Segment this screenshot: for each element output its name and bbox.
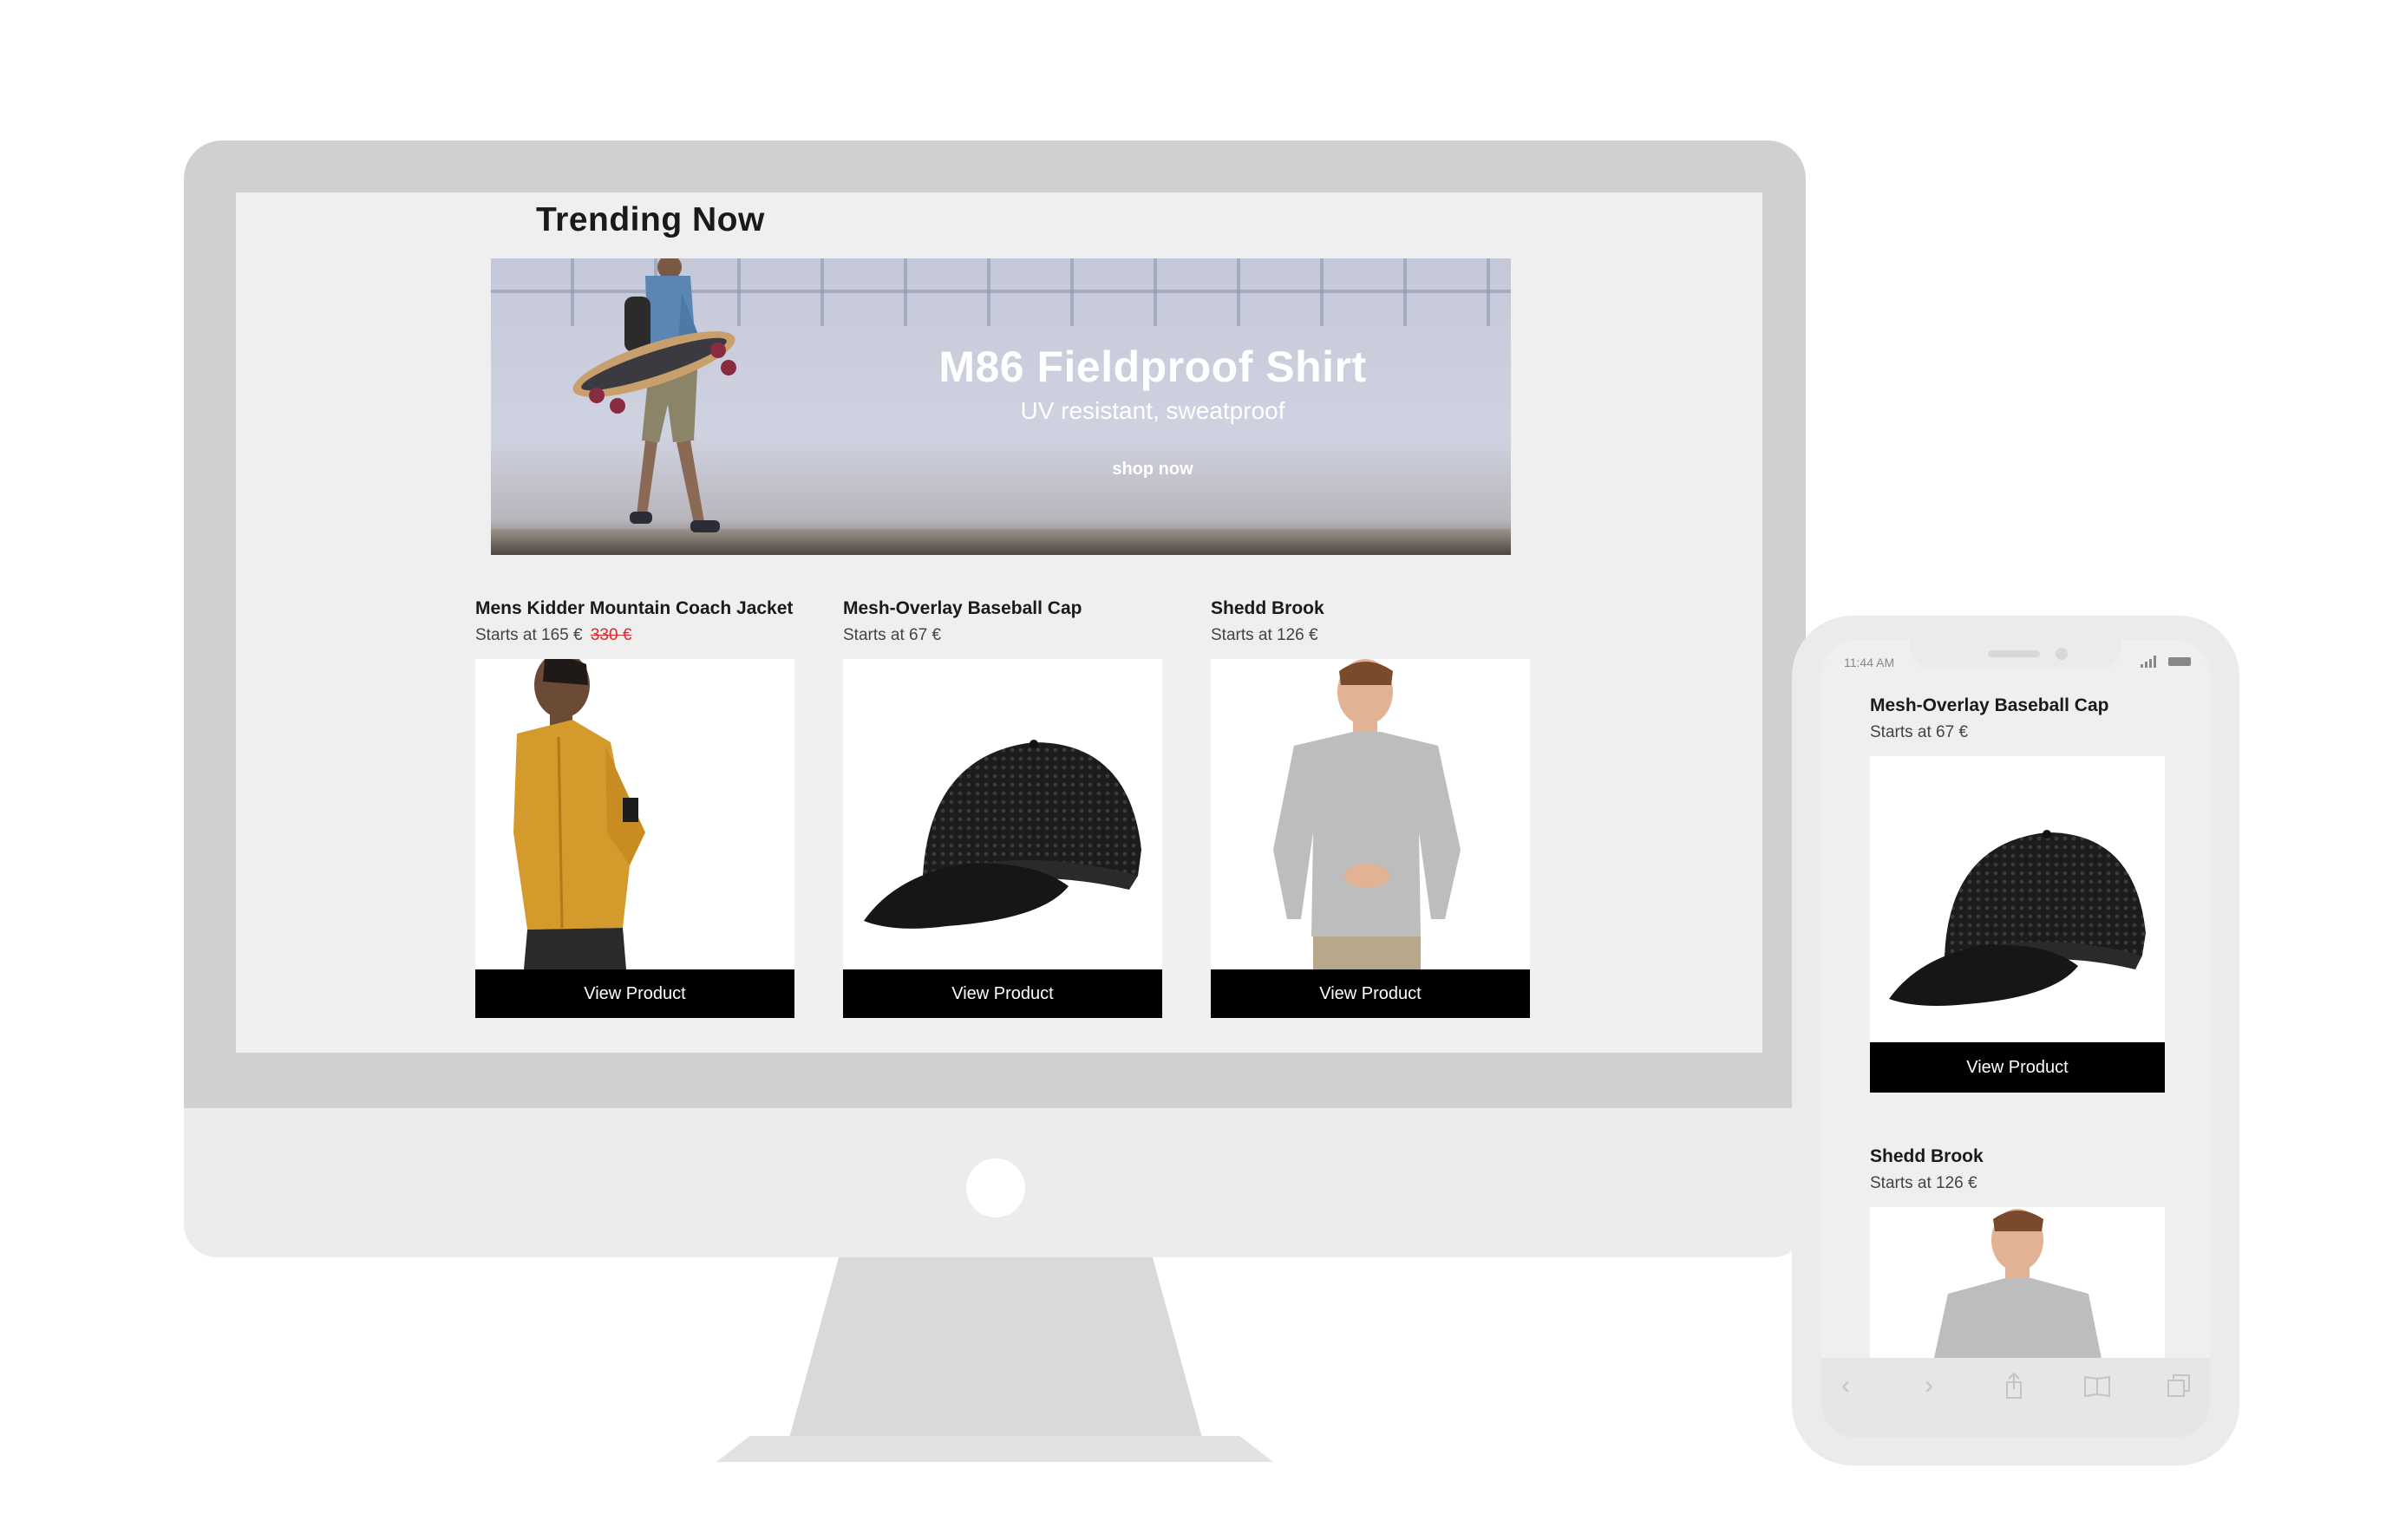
view-product-button[interactable]: View Product [843, 969, 1162, 1018]
tabs-icon-glyph [2167, 1374, 2190, 1397]
product-price: Starts at 67 € [1870, 723, 1969, 741]
phone-camera [2056, 648, 2068, 660]
product-price: Starts at 126 € [1211, 626, 1318, 644]
share-icon[interactable] [1998, 1370, 2030, 1401]
product-image-sweatshirt[interactable] [1211, 659, 1530, 969]
battery-icon [2168, 657, 2191, 666]
signal-icon [2141, 656, 2156, 668]
tabs-icon[interactable] [2163, 1370, 2194, 1401]
product-name[interactable]: Shedd Brook [1870, 1146, 2165, 1167]
sweatshirt-model-image [1273, 659, 1461, 969]
desktop-screen: Trending Now M86 Fieldproof Shirt UV res… [236, 192, 1762, 1053]
book-icon-glyph [2084, 1375, 2110, 1398]
phone-speaker [1988, 650, 2040, 657]
product-name[interactable]: Shedd Brook [1211, 598, 1530, 619]
hero-subheadline: UV resistant, sweatproof [1020, 397, 1285, 424]
section-title: Trending Now [536, 201, 765, 238]
product-price: Starts at 165 € 330 € [475, 626, 794, 645]
product-price: Starts at 67 € [843, 626, 942, 644]
product-price: Starts at 126 € [1870, 1174, 1977, 1192]
jacket-model-image [513, 659, 645, 969]
view-product-button[interactable]: View Product [1211, 969, 1530, 1018]
product-name[interactable]: Mesh-Overlay Baseball Cap [1870, 695, 2165, 716]
phone-notch [1910, 640, 2121, 669]
product-image-jacket[interactable] [475, 659, 794, 969]
product-image-cap[interactable] [1870, 756, 2165, 1042]
product-card: Mens Kidder Mountain Coach Jacket Starts… [475, 598, 794, 1018]
status-time: 11:44 AM [1844, 656, 1895, 669]
shop-now-link[interactable]: shop now [491, 460, 1511, 480]
monitor-stand [789, 1257, 1202, 1438]
bookmarks-icon[interactable] [2082, 1370, 2113, 1401]
product-name[interactable]: Mesh-Overlay Baseball Cap [843, 598, 1162, 619]
monitor-base [716, 1436, 1273, 1462]
share-icon-glyph [2006, 1372, 2022, 1399]
browser-toolbar: ‹ › [1821, 1358, 2210, 1438]
hero-banner[interactable]: M86 Fieldproof Shirt UV resistant, sweat… [491, 258, 1511, 555]
product-name[interactable]: Mens Kidder Mountain Coach Jacket [475, 598, 794, 619]
forward-icon[interactable]: › [1913, 1370, 1945, 1401]
product-card: Mesh-Overlay Baseball Cap Starts at 67 €… [843, 598, 1162, 1018]
cap-image [1889, 830, 2146, 1006]
phone-screen: 11:44 AM Mesh-Overlay Baseball Cap Start… [1821, 640, 2210, 1438]
old-price: 330 € [590, 626, 632, 644]
cap-image [864, 740, 1141, 929]
monitor-logo-button [966, 1158, 1025, 1217]
phone-product-card: Mesh-Overlay Baseball Cap Starts at 67 €… [1870, 695, 2165, 1093]
current-price: Starts at 165 € [475, 626, 583, 644]
view-product-button[interactable]: View Product [475, 969, 794, 1018]
back-icon[interactable]: ‹ [1830, 1370, 1861, 1401]
product-card: Shedd Brook Starts at 126 € View Product [1211, 598, 1530, 1018]
view-product-button[interactable]: View Product [1870, 1042, 2165, 1093]
hero-headline: M86 Fieldproof Shirt [938, 343, 1367, 391]
product-image-cap[interactable] [843, 659, 1162, 969]
